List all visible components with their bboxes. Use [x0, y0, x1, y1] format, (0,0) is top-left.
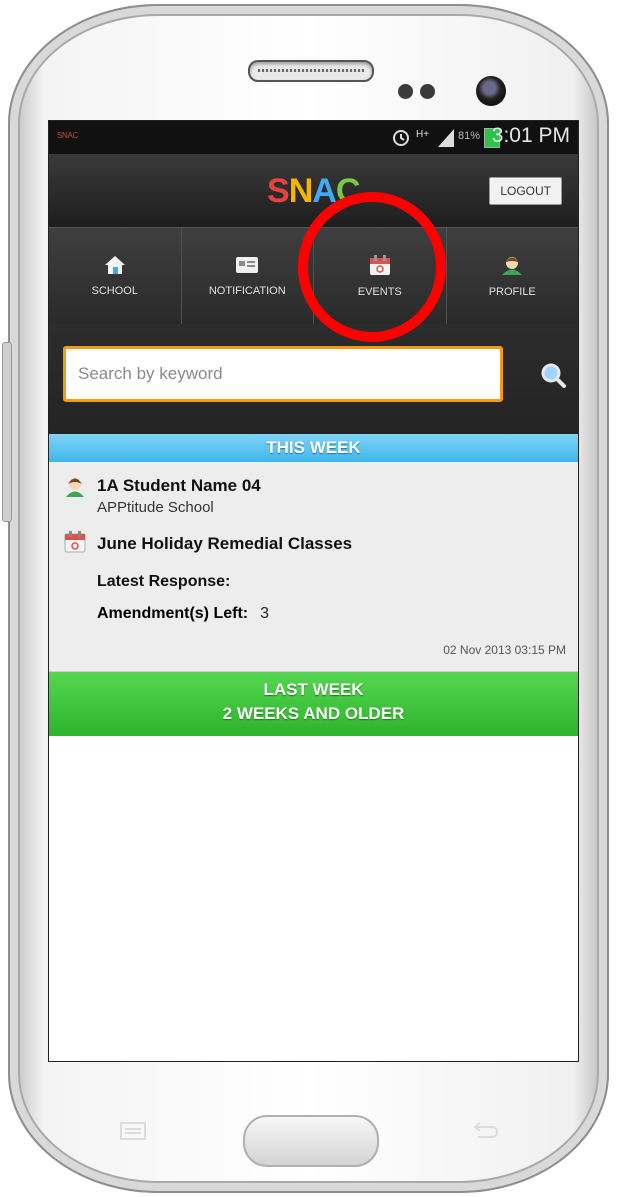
search-icon[interactable]	[540, 362, 566, 388]
highlight-circle	[298, 192, 446, 342]
amendments-row: Amendment(s) Left: 3	[97, 605, 564, 623]
tab-school[interactable]: SCHOOL	[49, 228, 182, 324]
network-type-label: H+	[416, 129, 429, 140]
earpiece-speaker	[248, 60, 374, 82]
menu-key-icon[interactable]	[118, 1120, 148, 1142]
volume-button	[2, 342, 12, 522]
section-last-week[interactable]: LAST WEEK	[49, 678, 578, 702]
battery-percent: 81%	[457, 130, 480, 142]
tab-label: PROFILE	[488, 286, 536, 298]
house-icon	[104, 256, 125, 274]
section-two-weeks-older[interactable]: 2 WEEKS AND OLDER	[49, 702, 578, 726]
entry-timestamp: 02 Nov 2013 03:15 PM	[443, 643, 566, 657]
alarm-icon: H+	[393, 129, 454, 147]
search-bar	[49, 324, 578, 434]
event-row: June Holiday Remedial Classes	[63, 530, 564, 559]
tab-notification[interactable]: NOTIFICATION	[182, 228, 314, 324]
search-input[interactable]	[63, 346, 503, 402]
student-icon	[66, 478, 84, 497]
logout-button[interactable]: LOGOUT	[489, 177, 562, 205]
tab-profile[interactable]: PROFILE	[447, 228, 579, 324]
event-entry[interactable]: 1A Student Name 04 APPtitude School June…	[49, 462, 578, 672]
home-button[interactable]	[243, 1115, 379, 1167]
app-header: SNAC LOGOUT	[49, 154, 578, 227]
light-sensor	[420, 84, 435, 99]
profile-icon	[502, 257, 523, 275]
status-bar: SNAC H+ 81% 3:01 PM	[49, 121, 578, 154]
alarm-signal-icons: H+	[392, 125, 460, 154]
amendments-value: 3	[260, 605, 270, 622]
logo-letter-s: S	[267, 172, 290, 210]
tab-label: NOTIFICATION	[208, 285, 286, 297]
logo-letter-n: N	[288, 172, 314, 210]
section-this-week: THIS WEEK	[49, 434, 578, 462]
section-older: LAST WEEK 2 WEEKS AND OLDER	[49, 672, 578, 736]
student-name: 1A Student Name 04	[97, 476, 261, 495]
student-row: 1A Student Name 04 APPtitude School	[63, 474, 564, 516]
status-time: 3:01 PM	[491, 124, 570, 147]
event-title: June Holiday Remedial Classes	[97, 534, 353, 553]
proximity-sensor	[398, 84, 413, 99]
amendments-label: Amendment(s) Left:	[97, 605, 249, 622]
status-app-label: SNAC	[57, 131, 79, 140]
back-key-icon[interactable]	[470, 1120, 500, 1142]
tab-label: SCHOOL	[91, 285, 138, 297]
school-name: APPtitude School	[97, 499, 214, 516]
notification-icon	[236, 257, 259, 273]
latest-response-label: Latest Response:	[97, 573, 231, 590]
front-camera	[476, 76, 506, 106]
calendar-icon	[64, 531, 86, 553]
